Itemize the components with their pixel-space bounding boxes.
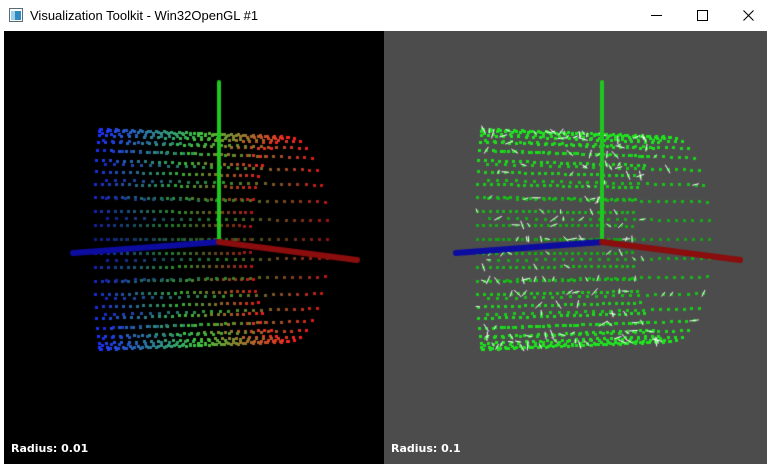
minimize-button[interactable] xyxy=(633,0,679,31)
title-bar[interactable]: Visualization Toolkit - Win32OpenGL #1 xyxy=(0,0,771,31)
close-icon xyxy=(742,10,754,21)
window-title: Visualization Toolkit - Win32OpenGL #1 xyxy=(30,8,259,23)
vtk-window-icon xyxy=(9,8,23,22)
close-button[interactable] xyxy=(725,0,771,31)
vtk-window: Visualization Toolkit - Win32OpenGL #1 R… xyxy=(0,0,771,467)
radius-label: Radius: 0.01 xyxy=(11,442,89,455)
render-viewport-right[interactable]: Radius: 0.1 xyxy=(384,31,767,464)
minimize-icon xyxy=(650,15,662,16)
point-cloud-render-left[interactable] xyxy=(4,31,384,464)
render-viewport-left[interactable]: Radius: 0.01 xyxy=(4,31,384,464)
maximize-button[interactable] xyxy=(679,0,725,31)
point-cloud-render-right[interactable] xyxy=(384,31,767,464)
maximize-icon xyxy=(696,10,708,21)
radius-label: Radius: 0.1 xyxy=(391,442,461,455)
